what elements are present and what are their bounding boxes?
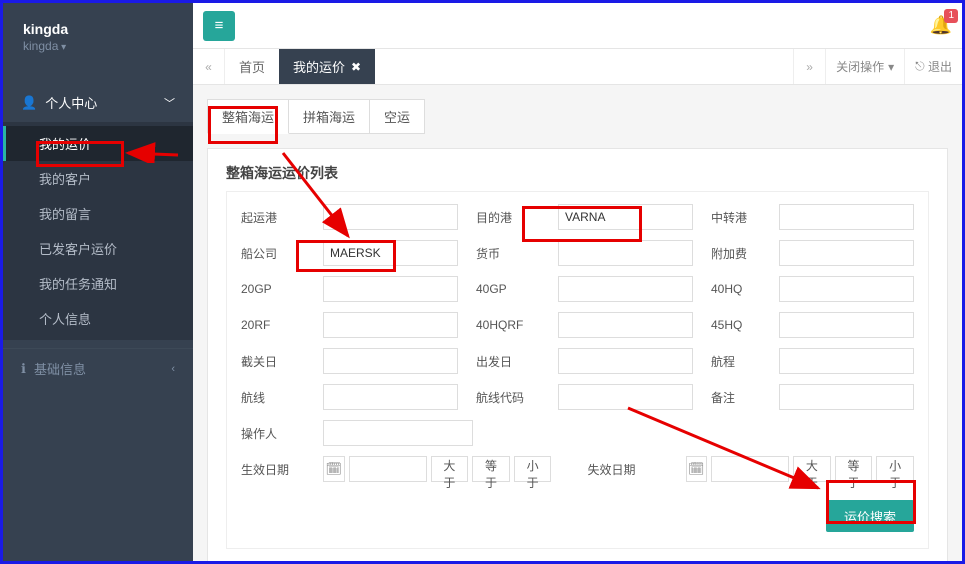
notification-badge: 1 xyxy=(944,9,958,23)
label-20gp: 20GP xyxy=(241,282,305,296)
sidebar-submenu: 我的运价 我的客户 我的留言 已发客户运价 我的任务通知 个人信息 xyxy=(3,122,193,340)
label-remark: 备注 xyxy=(711,389,761,406)
45hq-input[interactable] xyxy=(779,312,914,338)
mode-tab-fcl[interactable]: 整箱海运 xyxy=(207,99,289,134)
sidebar-group-personal[interactable]: 👤 个人中心 ﹀ xyxy=(3,83,193,122)
label-40hq: 40HQ xyxy=(711,282,761,296)
exp-lt-button[interactable]: 小于 xyxy=(876,456,914,482)
routecode-input[interactable] xyxy=(558,384,693,410)
route-input[interactable] xyxy=(323,384,458,410)
sidebar-nav: 👤 个人中心 ﹀ 我的运价 我的客户 我的留言 已发客户运价 我的任务通知 个人… xyxy=(3,83,193,388)
voyage-input[interactable] xyxy=(779,348,914,374)
brand-user-menu[interactable]: kingda xyxy=(23,39,173,53)
label-40hqrf: 40HQRF xyxy=(476,318,540,332)
brand-title: kingda xyxy=(23,21,173,37)
label-dest: 目的港 xyxy=(476,209,540,226)
calendar-icon[interactable]: 🗓 xyxy=(323,456,345,482)
sidebar-item-sent-rates[interactable]: 已发客户运价 xyxy=(3,231,193,266)
mode-tabs: 整箱海运 拼箱海运 空运 xyxy=(207,99,948,134)
tab-my-rates[interactable]: 我的运价 ✖ xyxy=(279,49,375,84)
label-40gp: 40GP xyxy=(476,282,540,296)
eff-eq-button[interactable]: 等于 xyxy=(472,456,510,482)
mode-tab-air[interactable]: 空运 xyxy=(369,99,425,134)
menu-toggle-button[interactable]: ≡ xyxy=(203,11,235,41)
dest-input[interactable] xyxy=(558,204,693,230)
eff-lt-button[interactable]: 小于 xyxy=(514,456,552,482)
tab-home[interactable]: 首页 xyxy=(225,49,279,84)
chevron-down-icon: ﹀ xyxy=(164,95,175,111)
eff-gt-button[interactable]: 大于 xyxy=(431,456,469,482)
label-20rf: 20RF xyxy=(241,318,305,332)
close-icon[interactable]: ✖ xyxy=(351,60,361,74)
label-45hq: 45HQ xyxy=(711,318,761,332)
sidebar-group-basic[interactable]: ℹ 基础信息 ‹ xyxy=(3,349,193,388)
search-button[interactable]: 运价搜索 xyxy=(826,500,914,532)
exp-date-input[interactable] xyxy=(711,456,789,482)
label-voyage: 航程 xyxy=(711,353,761,370)
sidebar-item-profile[interactable]: 个人信息 xyxy=(3,301,193,336)
exp-gt-button[interactable]: 大于 xyxy=(793,456,831,482)
currency-input[interactable] xyxy=(558,240,693,266)
label-operator: 操作人 xyxy=(241,425,305,442)
label-depart: 出发日 xyxy=(476,353,540,370)
origin-input[interactable] xyxy=(323,204,458,230)
logout-icon: ⎋ xyxy=(915,59,925,74)
sidebar-item-my-customers[interactable]: 我的客户 xyxy=(3,161,193,196)
mode-tab-lcl[interactable]: 拼箱海运 xyxy=(288,99,370,134)
cutoff-input[interactable] xyxy=(323,348,458,374)
20rf-input[interactable] xyxy=(323,312,458,338)
eff-date-input[interactable] xyxy=(349,456,427,482)
remark-input[interactable] xyxy=(779,384,914,410)
user-icon: 👤 xyxy=(21,95,37,111)
surcharge-input[interactable] xyxy=(779,240,914,266)
tabs-close-ops[interactable]: 关闭操作▾ xyxy=(825,49,904,84)
rates-panel: 整箱海运运价列表 起运港 目的港 中转港 船公司 货币 xyxy=(207,148,948,561)
label-routecode: 航线代码 xyxy=(476,389,540,406)
info-icon: ℹ xyxy=(21,361,26,377)
operator-input[interactable] xyxy=(323,420,473,446)
notifications-button[interactable]: 🔔 1 xyxy=(930,15,952,36)
label-surcharge: 附加费 xyxy=(711,245,761,262)
label-carrier: 船公司 xyxy=(241,245,305,262)
sidebar-item-my-messages[interactable]: 我的留言 xyxy=(3,196,193,231)
label-eff-date: 生效日期 xyxy=(241,461,305,478)
topbar: ≡ 🔔 1 xyxy=(193,3,962,49)
sidebar-item-my-rates[interactable]: 我的运价 xyxy=(3,126,193,161)
calendar-icon[interactable]: 🗓 xyxy=(686,456,708,482)
exp-eq-button[interactable]: 等于 xyxy=(835,456,873,482)
label-transit: 中转港 xyxy=(711,209,761,226)
panel-title: 整箱海运运价列表 xyxy=(226,163,929,183)
label-origin: 起运港 xyxy=(241,209,305,226)
sidebar: kingda kingda 👤 个人中心 ﹀ 我的运价 我的客户 我的留言 已发… xyxy=(3,3,193,561)
chevron-left-icon: ‹ xyxy=(171,363,175,375)
40hqrf-input[interactable] xyxy=(558,312,693,338)
transit-input[interactable] xyxy=(779,204,914,230)
logout-button[interactable]: ⎋ 退出 xyxy=(904,49,962,84)
content-area: 整箱海运 拼箱海运 空运 整箱海运运价列表 起运港 目的港 中转港 xyxy=(193,85,962,561)
main-area: ≡ 🔔 1 « 首页 我的运价 ✖ » 关闭操作▾ ⎋ 退出 xyxy=(193,3,962,561)
brand-block: kingda kingda xyxy=(3,3,193,65)
sidebar-group-label: 个人中心 xyxy=(45,93,97,112)
20gp-input[interactable] xyxy=(323,276,458,302)
label-route: 航线 xyxy=(241,389,305,406)
tabbar: « 首页 我的运价 ✖ » 关闭操作▾ ⎋ 退出 xyxy=(193,49,962,85)
sidebar-item-task-notify[interactable]: 我的任务通知 xyxy=(3,266,193,301)
depart-input[interactable] xyxy=(558,348,693,374)
tabs-scroll-left[interactable]: « xyxy=(193,49,225,84)
40gp-input[interactable] xyxy=(558,276,693,302)
label-currency: 货币 xyxy=(476,245,540,262)
40hq-input[interactable] xyxy=(779,276,914,302)
label-exp-date: 失效日期 xyxy=(588,461,668,478)
label-cutoff: 截关日 xyxy=(241,353,305,370)
tabs-scroll-right[interactable]: » xyxy=(793,49,825,84)
sidebar-group2-label: 基础信息 xyxy=(34,359,86,378)
carrier-input[interactable] xyxy=(323,240,458,266)
